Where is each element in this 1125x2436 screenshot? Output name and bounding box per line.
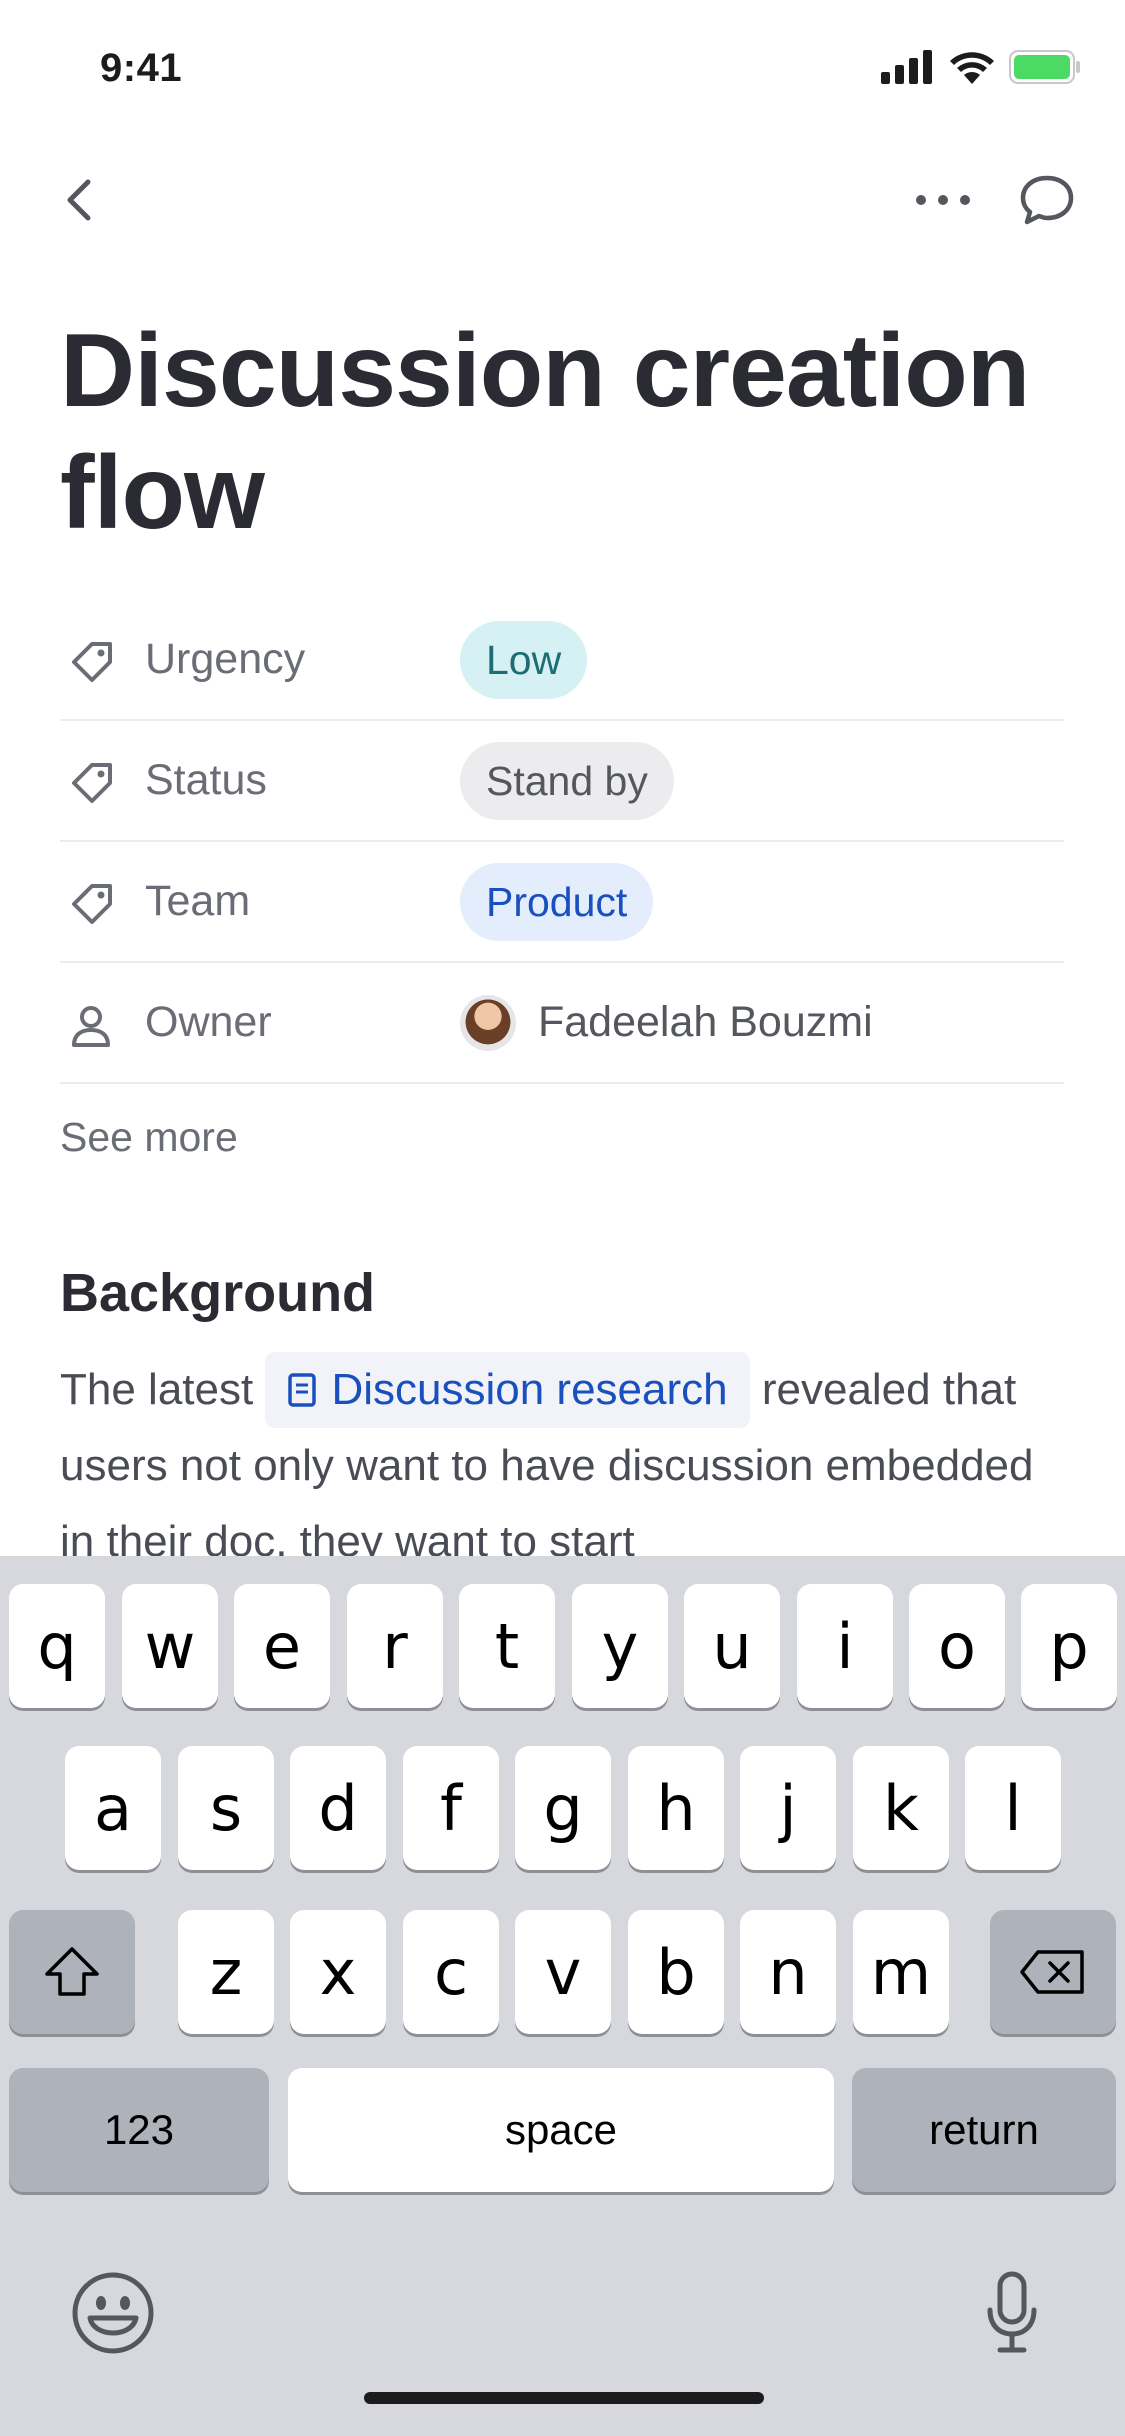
key-e[interactable]: e [234, 1584, 330, 1708]
keyboard: q w e r t y u i o p a s d f g h j k l z … [0, 1556, 1125, 2436]
key-a[interactable]: a [65, 1746, 161, 1870]
key-z[interactable]: z [178, 1910, 274, 2034]
key-k[interactable]: k [853, 1746, 949, 1870]
tag-icon [72, 884, 112, 924]
nav-bar [0, 160, 1125, 240]
key-x[interactable]: x [290, 1910, 386, 2034]
key-r[interactable]: r [347, 1584, 443, 1708]
property-label: Status [145, 756, 267, 804]
key-d[interactable]: d [290, 1746, 386, 1870]
status-bar: 9:41 [0, 0, 1125, 140]
person-icon [72, 1006, 110, 1047]
return-key[interactable]: return [852, 2068, 1116, 2192]
shift-key[interactable] [9, 1910, 135, 2034]
property-label: Owner [145, 998, 272, 1046]
key-n[interactable]: n [740, 1910, 836, 2034]
document-icon [288, 1373, 317, 1407]
backspace-key[interactable] [990, 1910, 1116, 2034]
property-row-status[interactable]: Status Stand by [60, 721, 1064, 842]
key-q[interactable]: q [9, 1584, 105, 1708]
status-chip[interactable]: Stand by [460, 741, 674, 820]
key-f[interactable]: f [403, 1746, 499, 1870]
key-s[interactable]: s [178, 1746, 274, 1870]
status-time: 9:41 [100, 46, 183, 90]
key-t[interactable]: t [459, 1584, 555, 1708]
tag-icon [72, 642, 112, 682]
numbers-key[interactable]: 123 [9, 2068, 269, 2192]
chevron-left-icon[interactable] [56, 172, 104, 228]
properties-list: Urgency Low Status Stand by Team Product… [60, 600, 1064, 1084]
microphone-icon[interactable] [982, 2270, 1042, 2356]
key-i[interactable]: i [797, 1584, 893, 1708]
owner-value[interactable]: Fadeelah Bouzmi [460, 994, 873, 1051]
owner-name: Fadeelah Bouzmi [538, 998, 873, 1046]
status-icons [881, 50, 1081, 84]
see-more-link[interactable]: See more [60, 1114, 238, 1161]
avatar [460, 994, 516, 1051]
comment-bubble-icon[interactable] [1017, 170, 1077, 230]
urgency-chip[interactable]: Low [460, 620, 588, 699]
key-m[interactable]: m [853, 1910, 949, 2034]
doc-link-label: Discussion research [331, 1365, 728, 1414]
team-chip[interactable]: Product [460, 862, 654, 941]
key-u[interactable]: u [684, 1584, 780, 1708]
key-w[interactable]: w [122, 1584, 218, 1708]
property-label: Team [145, 877, 251, 925]
ellipsis-icon[interactable] [911, 172, 975, 228]
shift-icon [45, 1947, 99, 1996]
property-row-owner[interactable]: Owner Fadeelah Bouzmi [60, 963, 1064, 1084]
section-heading: Background [60, 1263, 376, 1323]
paragraph-text-before: The latest [60, 1365, 254, 1414]
key-l[interactable]: l [965, 1746, 1061, 1870]
battery-icon [1009, 50, 1080, 84]
wifi-icon [950, 52, 994, 84]
tag-icon [72, 763, 112, 803]
property-row-team[interactable]: Team Product [60, 842, 1064, 963]
doc-link[interactable]: Discussion research [265, 1352, 750, 1428]
key-p[interactable]: p [1021, 1584, 1117, 1708]
delete-icon [1020, 1950, 1084, 1994]
space-key[interactable]: space [288, 2068, 834, 2192]
property-row-urgency[interactable]: Urgency Low [60, 600, 1064, 721]
signal-icon [881, 50, 932, 84]
background-paragraph[interactable]: The latest Discussion research revealed … [60, 1352, 1070, 1580]
key-v[interactable]: v [515, 1910, 611, 2034]
key-h[interactable]: h [628, 1746, 724, 1870]
key-o[interactable]: o [909, 1584, 1005, 1708]
key-j[interactable]: j [740, 1746, 836, 1870]
key-b[interactable]: b [628, 1910, 724, 2034]
key-y[interactable]: y [572, 1584, 668, 1708]
emoji-icon[interactable] [70, 2270, 156, 2356]
home-indicator [364, 2392, 764, 2404]
property-label: Urgency [145, 635, 306, 683]
page-title[interactable]: Discussion creation flow [60, 310, 1060, 554]
key-g[interactable]: g [515, 1746, 611, 1870]
key-c[interactable]: c [403, 1910, 499, 2034]
